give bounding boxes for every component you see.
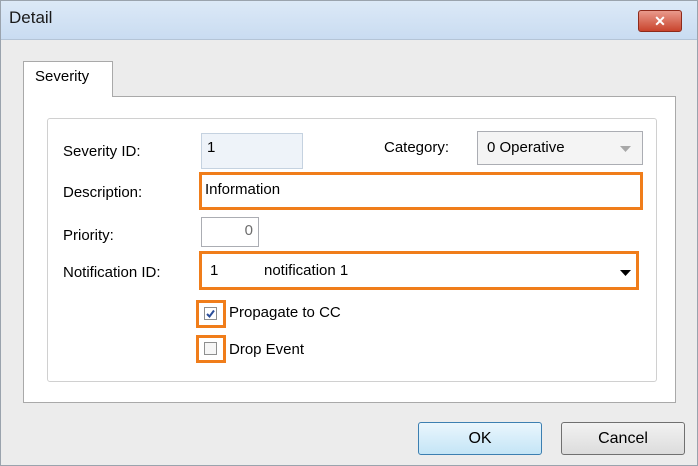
close-icon: ✕ bbox=[654, 13, 666, 29]
window-title: Detail bbox=[9, 8, 53, 27]
description-input[interactable]: Information bbox=[199, 172, 643, 210]
description-value: Information bbox=[205, 181, 281, 198]
propagate-to-cc-checkbox[interactable] bbox=[204, 307, 217, 320]
category-value: 0 Operative bbox=[487, 139, 565, 156]
notification-id-select[interactable]: 1 notification 1 bbox=[199, 251, 639, 290]
notification-id-value: 1 bbox=[210, 262, 219, 279]
priority-label: Priority: bbox=[63, 227, 114, 244]
priority-value: 0 bbox=[244, 222, 253, 239]
title-bar: Detail ✕ bbox=[1, 1, 697, 40]
tab-severity[interactable]: Severity bbox=[23, 61, 113, 97]
priority-input[interactable]: 0 bbox=[201, 217, 259, 247]
tab-severity-label: Severity bbox=[35, 68, 90, 85]
propagate-to-cc-label: Propagate to CC bbox=[229, 304, 341, 321]
severity-id-value: 1 bbox=[207, 139, 216, 156]
detail-dialog: Detail ✕ Severity Severity ID: 1 Categor… bbox=[0, 0, 698, 466]
chevron-down-icon bbox=[620, 146, 631, 152]
notification-name-value: notification 1 bbox=[264, 262, 349, 279]
close-button[interactable]: ✕ bbox=[638, 10, 682, 32]
check-icon bbox=[206, 309, 215, 319]
cancel-button[interactable]: Cancel bbox=[561, 422, 685, 455]
chevron-down-icon bbox=[620, 270, 631, 276]
category-label: Category: bbox=[384, 139, 450, 156]
drop-event-label: Drop Event bbox=[229, 341, 305, 358]
severity-id-field: 1 bbox=[201, 133, 303, 169]
notification-id-label: Notification ID: bbox=[63, 264, 161, 281]
category-select[interactable]: 0 Operative bbox=[477, 131, 643, 165]
ok-button[interactable]: OK bbox=[418, 422, 542, 455]
drop-event-checkbox[interactable] bbox=[204, 342, 217, 355]
description-label: Description: bbox=[63, 184, 143, 201]
severity-id-label: Severity ID: bbox=[63, 143, 141, 160]
